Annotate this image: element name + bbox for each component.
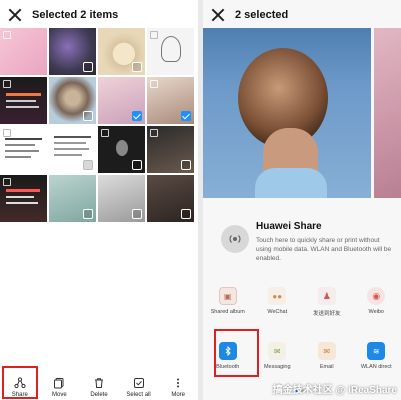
- checkbox-checked[interactable]: [387, 179, 398, 190]
- photo-thumbnail[interactable]: [0, 175, 47, 222]
- photo-thumbnail[interactable]: [98, 28, 145, 75]
- checkbox[interactable]: [150, 31, 158, 39]
- photo-thumbnail[interactable]: [49, 77, 96, 124]
- photo-thumbnail[interactable]: [98, 126, 145, 173]
- more-icon: [171, 376, 185, 390]
- checkbox[interactable]: [3, 129, 11, 137]
- checkbox-checked[interactable]: [352, 179, 363, 190]
- checkbox[interactable]: [3, 31, 11, 39]
- close-icon[interactable]: [211, 8, 225, 22]
- delete-button[interactable]: Delete: [81, 376, 117, 398]
- checkbox[interactable]: [132, 209, 142, 219]
- huawei-share-description: Touch here to quickly share or print wit…: [256, 237, 392, 262]
- weibo-icon: ◉: [367, 287, 386, 305]
- share-app-weibo[interactable]: ◉ Weibo: [354, 287, 398, 317]
- selected-photo-preview[interactable]: [203, 28, 371, 198]
- selection-topbar: Selected 2 items: [0, 0, 198, 30]
- app-label: 发送到好友: [312, 311, 341, 317]
- checkbox[interactable]: [3, 80, 11, 88]
- share-highlight: [2, 366, 38, 399]
- checkbox[interactable]: [181, 160, 191, 170]
- move-label: Move: [52, 392, 67, 398]
- photo-thumbnail[interactable]: [49, 126, 96, 173]
- photo-thumbnail[interactable]: [147, 28, 194, 75]
- close-icon[interactable]: [8, 8, 22, 22]
- photo-thumbnail[interactable]: [49, 28, 96, 75]
- photo-thumbnail[interactable]: [0, 28, 47, 75]
- app-label: Email: [319, 364, 334, 370]
- share-title: 2 selected: [235, 9, 289, 21]
- screen: Selected 2 items Share Move Delete Selec…: [0, 0, 401, 400]
- photo-thumbnail[interactable]: [147, 77, 194, 124]
- share-app-email[interactable]: ✉ Email: [305, 342, 349, 370]
- photo-thumbnail[interactable]: [49, 175, 96, 222]
- photo-thumbnail[interactable]: [147, 175, 194, 222]
- selected-photo-preview[interactable]: [374, 28, 401, 198]
- share-app-shared-album[interactable]: ▣ Shared album: [206, 287, 250, 317]
- checkbox[interactable]: [83, 111, 93, 121]
- share-topbar: 2 selected: [203, 0, 401, 30]
- delete-label: Delete: [90, 392, 108, 398]
- share-app-send-to-friend[interactable]: ♟ 发送到好友: [305, 287, 349, 317]
- share-apps-row-1: ▣ Shared album ●● WeChat ♟ 发送到好友 ◉ Weibo: [203, 287, 401, 317]
- share-app-wlan-direct[interactable]: ≋ WLAN direct: [354, 342, 398, 370]
- share-sheet-screen: 2 selected Huawei Share Touch here to qu…: [203, 0, 401, 400]
- checkbox[interactable]: [150, 80, 158, 88]
- messaging-icon: ✉: [268, 342, 287, 360]
- gallery-selection-screen: Selected 2 items Share Move Delete Selec…: [0, 0, 198, 400]
- checkbox[interactable]: [132, 62, 142, 72]
- checkbox-checked[interactable]: [181, 111, 191, 121]
- photo-grid: [0, 28, 198, 222]
- app-label: WeChat: [267, 309, 288, 315]
- huawei-share-title[interactable]: Huawei Share: [256, 221, 322, 232]
- more-button[interactable]: More: [160, 376, 196, 398]
- select-all-label: Select all: [126, 392, 151, 398]
- wechat-icon: ●●: [268, 287, 287, 305]
- watermark: 搞金技术社区 @ iReaShare: [272, 385, 397, 396]
- select-all-icon: [132, 376, 146, 390]
- send-friend-icon: ♟: [317, 287, 336, 305]
- checkbox[interactable]: [83, 209, 93, 219]
- move-icon: [52, 376, 66, 390]
- photo-thumbnail[interactable]: [98, 77, 145, 124]
- wlan-direct-icon: ≋: [367, 342, 386, 360]
- checkbox[interactable]: [150, 129, 158, 137]
- email-icon: ✉: [317, 342, 336, 360]
- bluetooth-highlight: [214, 329, 259, 377]
- checkbox[interactable]: [181, 209, 191, 219]
- selection-title: Selected 2 items: [32, 9, 119, 21]
- more-label: More: [171, 392, 185, 398]
- checkbox[interactable]: [101, 129, 109, 137]
- checkbox[interactable]: [83, 62, 93, 72]
- photo-thumbnail[interactable]: [0, 126, 47, 173]
- checkbox-checked[interactable]: [132, 111, 142, 121]
- move-button[interactable]: Move: [41, 376, 77, 398]
- photo-thumbnail[interactable]: [0, 77, 47, 124]
- shared-album-icon: ▣: [218, 287, 237, 305]
- share-app-wechat[interactable]: ●● WeChat: [255, 287, 299, 317]
- checkbox[interactable]: [83, 160, 93, 170]
- photo-thumbnail[interactable]: [98, 175, 145, 222]
- app-label: Weibo: [368, 309, 385, 315]
- share-app-messaging[interactable]: ✉ Messaging: [255, 342, 299, 370]
- huawei-share-icon[interactable]: [221, 225, 249, 253]
- delete-icon: [92, 376, 106, 390]
- app-label: WLAN direct: [360, 364, 392, 370]
- photo-thumbnail[interactable]: [147, 126, 194, 173]
- app-label: Messaging: [263, 364, 291, 370]
- checkbox[interactable]: [132, 160, 142, 170]
- checkbox[interactable]: [3, 178, 11, 186]
- select-all-button[interactable]: Select all: [121, 376, 157, 398]
- app-label: Shared album: [210, 309, 245, 315]
